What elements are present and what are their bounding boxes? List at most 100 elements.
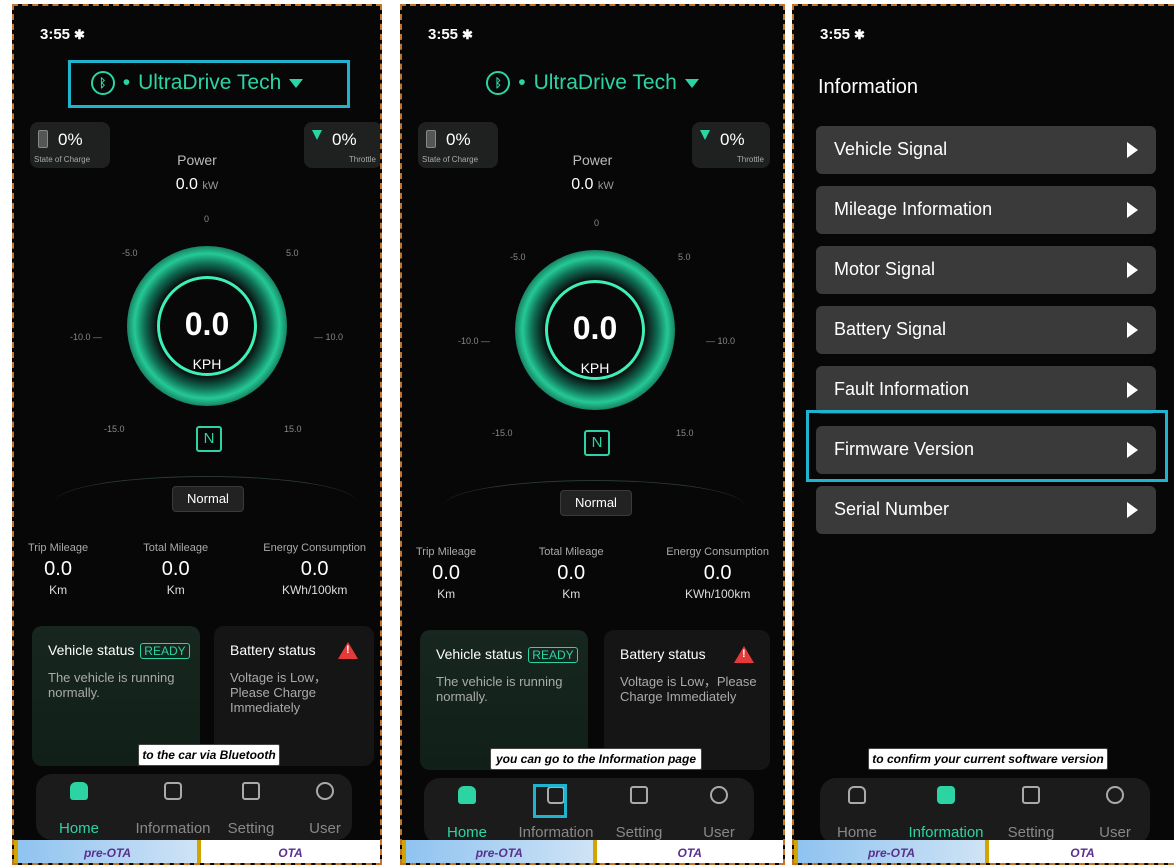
menu-item-mileage-information[interactable]: Mileage Information (816, 186, 1156, 234)
status-time: 3:55 ✱ (820, 26, 865, 43)
nav-setting[interactable]: Setting (604, 778, 674, 844)
chevron-right-icon (1127, 502, 1138, 518)
gauge-tick-upper-right: 5.0 (678, 252, 691, 262)
speed-unit: KPH (580, 360, 610, 376)
chevron-right-icon (1127, 322, 1138, 338)
user-icon (1106, 786, 1124, 804)
power-unit: kW (597, 180, 614, 192)
document-icon (164, 782, 182, 800)
menu-item-motor-signal[interactable]: Motor Signal (816, 246, 1156, 294)
throttle-arrow-icon (700, 130, 710, 140)
gauge-tick-mid-right: — 10.0 (706, 336, 736, 346)
drive-mode-badge[interactable]: Normal (172, 486, 244, 512)
stat-energy-consumption: Energy Consumption 0.0 KWh/100km (666, 546, 769, 601)
power-unit: kW (202, 180, 219, 192)
warning-icon: ! (338, 642, 358, 659)
nav-home[interactable]: Home (822, 778, 892, 844)
chevron-right-icon (1127, 142, 1138, 158)
ready-badge: READY (528, 647, 578, 663)
nav-user[interactable]: User (1080, 778, 1150, 844)
gauge-tick-low-left: -15.0 (104, 424, 125, 434)
device-name: UltraDrive Tech (533, 71, 677, 94)
throttle-arrow-icon (312, 130, 322, 140)
nav-home[interactable]: Home (44, 774, 114, 840)
menu-item-fault-information[interactable]: Fault Information (816, 366, 1156, 414)
bluetooth-status-icon: ✱ (462, 27, 473, 42)
speed-unit: KPH (192, 356, 222, 372)
drive-mode-badge[interactable]: Normal (560, 490, 632, 516)
speed-value: 0.0 (572, 310, 618, 346)
label-strip: pre-OTA OTA (402, 840, 783, 863)
throttle-value: 0% (332, 130, 357, 149)
nav-user[interactable]: User (290, 774, 360, 840)
gauge-tick-mid-left: -10.0 — (458, 336, 491, 346)
chevron-right-icon (1127, 262, 1138, 278)
bottom-nav: Home Information Setting User (820, 778, 1150, 844)
ready-badge: READY (140, 643, 190, 659)
menu-item-battery-signal[interactable]: Battery Signal (816, 306, 1156, 354)
battery-status-title: Battery status (230, 642, 316, 658)
menu-item-vehicle-signal[interactable]: Vehicle Signal (816, 126, 1156, 174)
gear-indicator: N (584, 430, 610, 456)
status-time: 3:55 ✱ (428, 26, 473, 43)
information-screen-panel: 3:55 ✱ Information Vehicle Signal Mileage… (792, 4, 1174, 865)
information-menu: Vehicle Signal Mileage Information Motor… (816, 126, 1156, 546)
ota-label: OTA (985, 840, 1174, 863)
gauge-tick-top: 0 (204, 214, 210, 224)
gear-indicator: N (196, 426, 222, 452)
user-icon (316, 782, 334, 800)
highlight-box-device (68, 60, 350, 108)
stat-energy-consumption: Energy Consumption 0.0 KWh/100km (263, 542, 366, 597)
battery-status-title: Battery status (620, 646, 706, 662)
battery-icon (38, 130, 48, 148)
power-label: Power (572, 152, 613, 168)
chevron-right-icon (1127, 382, 1138, 398)
gauge-tick-low-left: -15.0 (492, 428, 513, 438)
callout-software-version: to confirm your current software version (868, 748, 1108, 770)
label-strip: pre-OTA OTA (14, 840, 380, 863)
nav-user[interactable]: User (684, 778, 754, 844)
battery-icon (426, 130, 436, 148)
throttle-value: 0% (720, 130, 745, 149)
car-icon (848, 786, 866, 804)
gauge-tick-mid-left: -10.0 — (70, 332, 103, 342)
stat-trip-mileage: Trip Mileage 0.0 Km (28, 542, 89, 597)
callout-information-page: you can go to the Information page (490, 748, 702, 770)
gauge-tick-upper-left: -5.0 (510, 252, 526, 262)
bluetooth-status-icon: ✱ (854, 27, 865, 42)
power-readout: 0.0 kW (14, 176, 380, 194)
ota-label: OTA (197, 840, 380, 863)
gauge-tick-low-right: 15.0 (676, 428, 694, 438)
power-value: 0.0 (175, 176, 198, 193)
warning-icon: ! (734, 646, 754, 663)
power-value: 0.0 (571, 176, 594, 193)
gauge-tick-upper-right: 5.0 (286, 248, 299, 258)
gauge-tick-top: 0 (594, 218, 600, 228)
nav-setting[interactable]: Setting (996, 778, 1066, 844)
home-screen-panel-1: 3:55 ✱ ᛒ • UltraDrive Tech 0% State of Ch… (12, 4, 382, 865)
device-name-dot: • (518, 71, 526, 94)
nav-setting[interactable]: Setting (216, 774, 286, 840)
stat-total-mileage: Total Mileage 0.0 Km (143, 542, 209, 597)
gauge-tick-upper-left: -5.0 (122, 248, 138, 258)
chevron-right-icon (1127, 202, 1138, 218)
ota-label: OTA (592, 840, 783, 863)
soc-value: 0% (446, 130, 471, 149)
speed-value: 0.0 (184, 306, 230, 342)
car-icon (70, 782, 88, 800)
nav-information[interactable]: Information (896, 778, 996, 844)
menu-item-serial-number[interactable]: Serial Number (816, 486, 1156, 534)
battery-status-desc: Voltage is Low，Please Charge Immediately (230, 670, 327, 715)
stat-total-mileage: Total Mileage 0.0 Km (538, 546, 604, 601)
power-readout: 0.0 kW (402, 176, 783, 194)
vehicle-status-title: Vehicle status READY (436, 646, 578, 663)
highlight-box-firmware-version (806, 410, 1168, 482)
pre-ota-label: pre-OTA (14, 840, 197, 863)
gauge-tick-mid-right: — 10.0 (314, 332, 344, 342)
page-title: Information (818, 76, 919, 98)
bluetooth-status-icon: ✱ (74, 27, 85, 42)
nav-home[interactable]: Home (432, 778, 502, 844)
vehicle-status-title: Vehicle status READY (48, 642, 190, 659)
nav-information[interactable]: Information (126, 774, 220, 840)
device-selector[interactable]: ᛒ • UltraDrive Tech (402, 58, 783, 108)
